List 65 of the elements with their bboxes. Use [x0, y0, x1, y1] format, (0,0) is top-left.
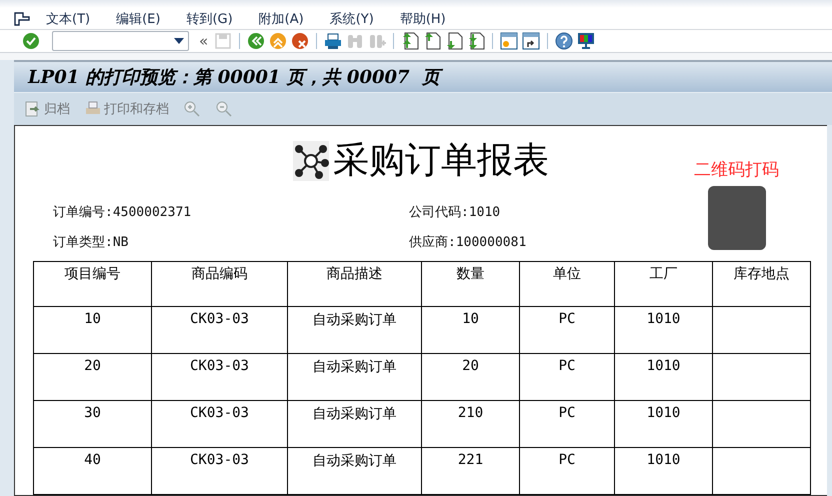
command-field[interactable]: [52, 31, 189, 52]
table-cell: CK03-03: [152, 354, 288, 401]
menu-icon[interactable]: [14, 12, 30, 26]
zoom-in-icon: [183, 100, 201, 118]
table-cell: 1010: [615, 307, 713, 354]
table-cell: CK03-03: [152, 307, 288, 354]
new-window-icon[interactable]: [500, 32, 518, 50]
cancel-icon[interactable]: [291, 32, 310, 50]
monitor-icon[interactable]: [577, 32, 596, 50]
dropdown-icon[interactable]: [174, 38, 184, 44]
zoom-out-icon: [215, 100, 233, 118]
menu-item[interactable]: 转到(G): [186, 10, 233, 28]
table-cell: PC: [520, 401, 615, 448]
menu-item[interactable]: 附加(A): [258, 10, 304, 28]
table-cell: 10: [422, 307, 520, 354]
window-title: LP01 的打印预览：第 00001 页，共 00007 页: [28, 65, 440, 89]
menu-item[interactable]: 帮助(H): [400, 10, 446, 28]
help-icon[interactable]: [555, 32, 574, 50]
column-header: 单位: [520, 262, 615, 307]
table-cell: PC: [520, 354, 615, 401]
page-down-icon[interactable]: [467, 32, 486, 50]
archive-icon: [24, 100, 42, 118]
table-cell: PC: [520, 448, 615, 495]
table-cell: 1010: [615, 354, 713, 401]
menu-item[interactable]: 文本(T): [46, 10, 90, 28]
menu-item[interactable]: 系统(Y): [330, 10, 374, 28]
network-icon: [293, 140, 329, 180]
table-cell: 20: [34, 354, 152, 401]
field-label: 订单类型:NB: [53, 234, 130, 251]
table-cell: PC: [520, 307, 615, 354]
column-header: 商品描述: [288, 262, 422, 307]
table-cell: 210: [422, 401, 520, 448]
qr-label: 二维码打码: [694, 159, 779, 181]
qr-code-placeholder: [708, 186, 766, 250]
column-header: 工厂: [615, 262, 713, 307]
table-cell: 自动采购订单: [288, 401, 422, 448]
page-up-icon[interactable]: [401, 32, 420, 50]
column-header: 库存地点: [713, 262, 811, 307]
column-header: 项目编号: [34, 262, 152, 307]
printer-icon[interactable]: [324, 32, 342, 50]
page-up-icon[interactable]: [423, 32, 442, 50]
table-cell: 40: [34, 448, 152, 495]
field-label: 供应商:100000081: [409, 234, 528, 251]
table-cell: CK03-03: [152, 448, 288, 495]
column-header: 数量: [422, 262, 520, 307]
menu-item[interactable]: 编辑(E): [116, 10, 160, 28]
report-heading: 采购订单报表: [333, 139, 549, 183]
table-cell: 自动采购订单: [288, 448, 422, 495]
field-label: 订单编号:4500002371: [53, 204, 192, 221]
back-icon[interactable]: [247, 32, 266, 50]
shortcut-icon[interactable]: [522, 32, 540, 50]
table-cell: 1010: [615, 448, 713, 495]
field-label: 公司代码:1010: [409, 204, 502, 221]
table-cell: 1010: [615, 401, 713, 448]
table-cell: 自动采购订单: [288, 354, 422, 401]
table-cell: 221: [422, 448, 520, 495]
table-cell: CK03-03: [152, 401, 288, 448]
table-cell: 自动采购订单: [288, 307, 422, 354]
page-down-icon[interactable]: [445, 32, 464, 50]
history-icon[interactable]: «: [199, 32, 208, 50]
enter-icon[interactable]: [22, 32, 40, 50]
column-header: 商品编码: [152, 262, 288, 307]
table-cell: 30: [34, 401, 152, 448]
table-cell: 20: [422, 354, 520, 401]
table-cell: 10: [34, 307, 152, 354]
